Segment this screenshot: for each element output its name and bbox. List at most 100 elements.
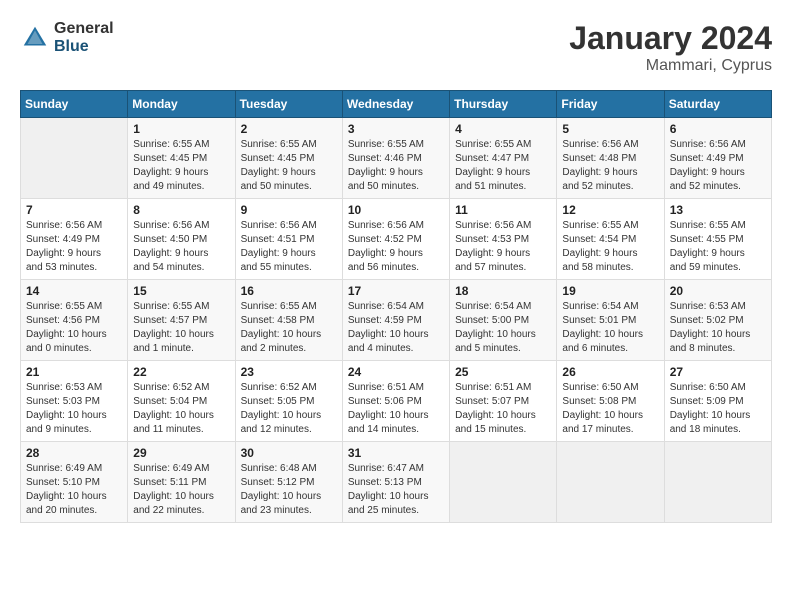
day-number: 25: [455, 365, 551, 379]
logo-icon: [20, 23, 50, 53]
calendar-week-row: 7 Sunrise: 6:56 AM Sunset: 4:49 PM Daylig…: [21, 199, 772, 280]
day-number: 6: [670, 122, 766, 136]
calendar-cell: 21Sunrise: 6:53 AM Sunset: 5:03 PM Dayli…: [21, 361, 128, 442]
day-number: 16: [241, 284, 337, 298]
day-number: 7: [26, 203, 122, 217]
day-info: Sunrise: 6:55 AM Sunset: 4:45 PM Dayligh…: [133, 138, 229, 194]
day-info: Sunrise: 6:55 AM Sunset: 4:46 PM Dayligh…: [348, 138, 444, 194]
day-info: Sunrise: 6:55 AM Sunset: 4:47 PM Dayligh…: [455, 138, 551, 194]
calendar-cell: 13 Sunrise: 6:55 AM Sunset: 4:55 PM Dayli…: [664, 199, 771, 280]
day-number: 8: [133, 203, 229, 217]
day-number: 5: [562, 122, 658, 136]
calendar-cell: [664, 442, 771, 523]
header-friday: Friday: [557, 91, 664, 118]
day-number: 30: [241, 446, 337, 460]
calendar-title: January 2024: [569, 20, 772, 57]
calendar-cell: 2 Sunrise: 6:55 AM Sunset: 4:45 PM Daylig…: [235, 118, 342, 199]
day-info: Sunrise: 6:56 AM Sunset: 4:52 PM Dayligh…: [348, 219, 444, 275]
day-number: 28: [26, 446, 122, 460]
header-sunday: Sunday: [21, 91, 128, 118]
day-info: Sunrise: 6:56 AM Sunset: 4:49 PM Dayligh…: [670, 138, 766, 194]
calendar-cell: [21, 118, 128, 199]
day-info: Sunrise: 6:52 AM Sunset: 5:05 PM Dayligh…: [241, 381, 337, 437]
calendar-cell: 28 Sunrise: 6:49 AM Sunset: 5:10 PM Dayli…: [21, 442, 128, 523]
day-info: Sunrise: 6:55 AM Sunset: 4:56 PM Dayligh…: [26, 300, 122, 356]
day-info: Sunrise: 6:49 AM Sunset: 5:11 PM Dayligh…: [133, 462, 229, 518]
day-number: 10: [348, 203, 444, 217]
calendar-cell: 3 Sunrise: 6:55 AM Sunset: 4:46 PM Daylig…: [342, 118, 449, 199]
day-number: 26: [562, 365, 658, 379]
calendar-cell: 29Sunrise: 6:49 AM Sunset: 5:11 PM Dayli…: [128, 442, 235, 523]
calendar-cell: 26 Sunrise: 6:50 AM Sunset: 5:08 PM Dayli…: [557, 361, 664, 442]
calendar-cell: 16 Sunrise: 6:55 AM Sunset: 4:58 PM Dayli…: [235, 280, 342, 361]
logo-text: General Blue: [54, 20, 114, 55]
calendar-cell: 5Sunrise: 6:56 AM Sunset: 4:48 PM Daylig…: [557, 118, 664, 199]
day-number: 24: [348, 365, 444, 379]
day-number: 14: [26, 284, 122, 298]
header-thursday: Thursday: [450, 91, 557, 118]
day-info: Sunrise: 6:55 AM Sunset: 4:57 PM Dayligh…: [133, 300, 229, 356]
calendar-cell: 10 Sunrise: 6:56 AM Sunset: 4:52 PM Dayli…: [342, 199, 449, 280]
header-monday: Monday: [128, 91, 235, 118]
day-info: Sunrise: 6:51 AM Sunset: 5:07 PM Dayligh…: [455, 381, 551, 437]
day-info: Sunrise: 6:54 AM Sunset: 5:01 PM Dayligh…: [562, 300, 658, 356]
calendar-cell: 31 Sunrise: 6:47 AM Sunset: 5:13 PM Dayli…: [342, 442, 449, 523]
day-info: Sunrise: 6:50 AM Sunset: 5:08 PM Dayligh…: [562, 381, 658, 437]
calendar-table: SundayMondayTuesdayWednesdayThursdayFrid…: [20, 90, 772, 523]
calendar-cell: 20 Sunrise: 6:53 AM Sunset: 5:02 PM Dayli…: [664, 280, 771, 361]
day-info: Sunrise: 6:56 AM Sunset: 4:53 PM Dayligh…: [455, 219, 551, 275]
day-number: 18: [455, 284, 551, 298]
day-info: Sunrise: 6:53 AM Sunset: 5:02 PM Dayligh…: [670, 300, 766, 356]
title-block: January 2024 Mammari, Cyprus: [569, 20, 772, 75]
day-info: Sunrise: 6:55 AM Sunset: 4:58 PM Dayligh…: [241, 300, 337, 356]
day-number: 4: [455, 122, 551, 136]
logo: General Blue: [20, 20, 114, 55]
day-number: 23: [241, 365, 337, 379]
day-number: 13: [670, 203, 766, 217]
day-number: 17: [348, 284, 444, 298]
day-info: Sunrise: 6:55 AM Sunset: 4:45 PM Dayligh…: [241, 138, 337, 194]
calendar-cell: 30 Sunrise: 6:48 AM Sunset: 5:12 PM Dayli…: [235, 442, 342, 523]
day-info: Sunrise: 6:52 AM Sunset: 5:04 PM Dayligh…: [133, 381, 229, 437]
day-number: 20: [670, 284, 766, 298]
day-number: 21: [26, 365, 122, 379]
calendar-subtitle: Mammari, Cyprus: [569, 57, 772, 75]
day-number: 31: [348, 446, 444, 460]
calendar-cell: 11 Sunrise: 6:56 AM Sunset: 4:53 PM Dayli…: [450, 199, 557, 280]
header-tuesday: Tuesday: [235, 91, 342, 118]
day-info: Sunrise: 6:55 AM Sunset: 4:54 PM Dayligh…: [562, 219, 658, 275]
calendar-week-row: 28 Sunrise: 6:49 AM Sunset: 5:10 PM Dayli…: [21, 442, 772, 523]
day-info: Sunrise: 6:56 AM Sunset: 4:49 PM Dayligh…: [26, 219, 122, 275]
day-info: Sunrise: 6:55 AM Sunset: 4:55 PM Dayligh…: [670, 219, 766, 275]
logo-general-text: General: [54, 20, 114, 38]
day-info: Sunrise: 6:54 AM Sunset: 5:00 PM Dayligh…: [455, 300, 551, 356]
calendar-cell: 4 Sunrise: 6:55 AM Sunset: 4:47 PM Daylig…: [450, 118, 557, 199]
day-info: Sunrise: 6:51 AM Sunset: 5:06 PM Dayligh…: [348, 381, 444, 437]
calendar-cell: 8Sunrise: 6:56 AM Sunset: 4:50 PM Daylig…: [128, 199, 235, 280]
calendar-cell: 17 Sunrise: 6:54 AM Sunset: 4:59 PM Dayli…: [342, 280, 449, 361]
calendar-cell: 19 Sunrise: 6:54 AM Sunset: 5:01 PM Dayli…: [557, 280, 664, 361]
calendar-cell: 15 Sunrise: 6:55 AM Sunset: 4:57 PM Dayli…: [128, 280, 235, 361]
day-number: 11: [455, 203, 551, 217]
day-info: Sunrise: 6:50 AM Sunset: 5:09 PM Dayligh…: [670, 381, 766, 437]
calendar-week-row: 1 Sunrise: 6:55 AM Sunset: 4:45 PM Daylig…: [21, 118, 772, 199]
header-saturday: Saturday: [664, 91, 771, 118]
day-number: 2: [241, 122, 337, 136]
page-header: General Blue January 2024 Mammari, Cypru…: [20, 20, 772, 75]
day-info: Sunrise: 6:54 AM Sunset: 4:59 PM Dayligh…: [348, 300, 444, 356]
calendar-cell: 6 Sunrise: 6:56 AM Sunset: 4:49 PM Daylig…: [664, 118, 771, 199]
logo-blue-text: Blue: [54, 38, 114, 56]
day-info: Sunrise: 6:49 AM Sunset: 5:10 PM Dayligh…: [26, 462, 122, 518]
day-number: 3: [348, 122, 444, 136]
calendar-cell: [557, 442, 664, 523]
day-number: 19: [562, 284, 658, 298]
day-info: Sunrise: 6:48 AM Sunset: 5:12 PM Dayligh…: [241, 462, 337, 518]
day-info: Sunrise: 6:47 AM Sunset: 5:13 PM Dayligh…: [348, 462, 444, 518]
day-number: 15: [133, 284, 229, 298]
calendar-cell: 1 Sunrise: 6:55 AM Sunset: 4:45 PM Daylig…: [128, 118, 235, 199]
day-number: 1: [133, 122, 229, 136]
header-wednesday: Wednesday: [342, 91, 449, 118]
calendar-cell: 14 Sunrise: 6:55 AM Sunset: 4:56 PM Dayli…: [21, 280, 128, 361]
calendar-cell: 7 Sunrise: 6:56 AM Sunset: 4:49 PM Daylig…: [21, 199, 128, 280]
calendar-cell: 9Sunrise: 6:56 AM Sunset: 4:51 PM Daylig…: [235, 199, 342, 280]
